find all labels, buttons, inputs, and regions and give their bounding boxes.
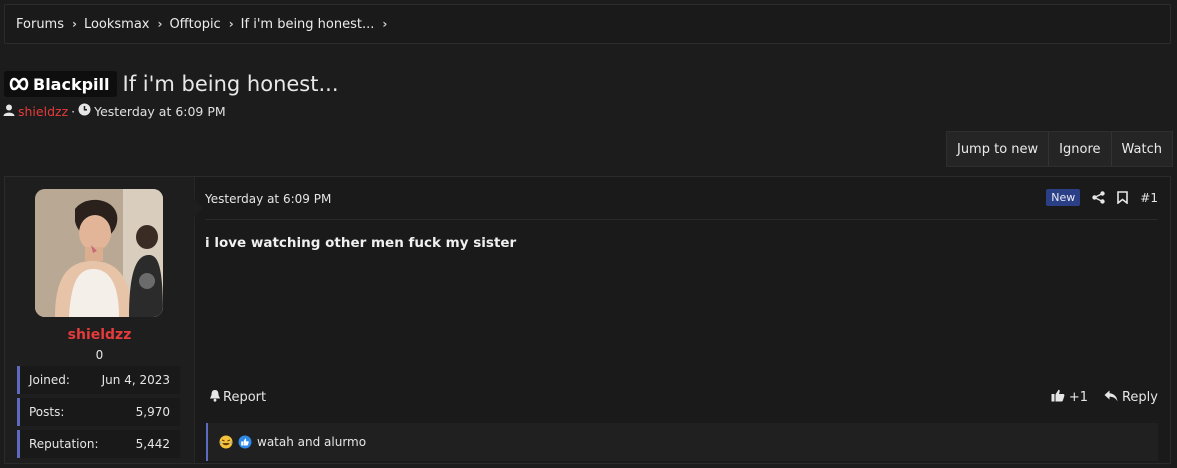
thread-actions: Jump to new Ignore Watch — [945, 131, 1173, 167]
breadcrumb-thread[interactable]: If i'm being honest... › — [241, 17, 395, 32]
thumbs-up-icon — [1051, 389, 1065, 406]
post-date-link[interactable]: Yesterday at 6:09 PM — [205, 192, 331, 206]
breadcrumb: Forums › Looksmax › Offtopic › If i'm be… — [4, 4, 1171, 44]
laughing-emoji-icon — [219, 435, 233, 449]
breadcrumb-label: If i'm being honest... — [240, 16, 375, 32]
user-icon — [3, 104, 15, 119]
like-reaction-icon — [238, 435, 252, 449]
thread-prefix[interactable]: Blackpill — [4, 71, 117, 97]
post-username[interactable]: shieldzz — [5, 327, 194, 343]
post-number-link[interactable]: #1 — [1140, 191, 1158, 205]
reactions-text: watah and alurmo — [257, 435, 367, 449]
report-label: Report — [223, 390, 267, 405]
bell-icon — [209, 389, 221, 406]
breadcrumb-forums[interactable]: Forums › — [16, 17, 84, 32]
post-tools: New #1 — [1046, 189, 1158, 206]
thread-title-row: Blackpill If i'm being honest... — [4, 70, 339, 98]
chevron-right-icon: › — [228, 17, 234, 31]
breadcrumb-label: Offtopic — [169, 16, 221, 32]
jump-to-new-button[interactable]: Jump to new — [946, 132, 1049, 166]
new-badge: New — [1046, 189, 1081, 206]
breadcrumb-offtopic[interactable]: Offtopic › — [169, 17, 240, 32]
user-panel: shieldzz 0 Joined: Jun 4, 2023 Posts: 5,… — [5, 177, 195, 463]
stat-value: Jun 4, 2023 — [101, 373, 170, 387]
page-title: If i'm being honest... — [122, 72, 339, 96]
post-footer-actions: +1 Reply — [1051, 389, 1158, 406]
thread-date-link[interactable]: Yesterday at 6:09 PM — [94, 104, 226, 119]
chevron-right-icon: › — [72, 17, 77, 31]
post: shieldzz 0 Joined: Jun 4, 2023 Posts: 5,… — [4, 176, 1171, 464]
breadcrumb-label: Looksmax — [83, 16, 150, 32]
post-content: Yesterday at 6:09 PM New #1 i love watch… — [205, 177, 1170, 463]
post-message: i love watching other men fuck my sister — [205, 235, 517, 251]
infinity-logo-icon — [9, 77, 29, 91]
avatar[interactable] — [35, 189, 163, 317]
clock-icon — [78, 103, 91, 119]
reply-icon — [1104, 390, 1118, 406]
chevron-right-icon: › — [157, 17, 163, 31]
post-footer: Report +1 Reply — [205, 389, 1158, 409]
breadcrumb-looksmax[interactable]: Looksmax › — [84, 17, 170, 32]
ignore-button[interactable]: Ignore — [1048, 132, 1111, 166]
share-icon[interactable] — [1092, 191, 1105, 204]
chevron-right-icon: › — [382, 17, 388, 31]
like-count: +1 — [1068, 390, 1088, 405]
like-button[interactable]: +1 — [1051, 389, 1088, 406]
stat-label: Reputation: — [29, 437, 99, 451]
stat-posts: Posts: 5,970 — [17, 398, 180, 426]
user-title: 0 — [95, 348, 104, 362]
reply-button[interactable]: Reply — [1104, 390, 1158, 406]
stat-value: 5,442 — [135, 437, 170, 451]
thread-author-link[interactable]: shieldzz — [18, 104, 68, 119]
stat-value: 5,970 — [135, 405, 170, 419]
bookmark-icon[interactable] — [1117, 191, 1129, 204]
user-panel-arrow — [194, 199, 203, 217]
stat-label: Posts: — [29, 405, 65, 419]
reactions-bar[interactable]: watah and alurmo — [206, 423, 1158, 461]
report-button[interactable]: Report — [209, 389, 266, 406]
watch-button[interactable]: Watch — [1110, 132, 1172, 166]
stat-label: Joined: — [29, 373, 70, 387]
stat-joined: Joined: Jun 4, 2023 — [17, 366, 180, 394]
meta-separator: · — [71, 103, 76, 119]
thread-meta: shieldzz · Yesterday at 6:09 PM — [3, 103, 226, 119]
breadcrumb-label: Forums — [16, 16, 64, 32]
post-header: Yesterday at 6:09 PM New #1 — [205, 177, 1158, 220]
reply-label: Reply — [1121, 390, 1158, 405]
thread-prefix-label: Blackpill — [33, 74, 110, 94]
stat-reputation: Reputation: 5,442 — [17, 430, 180, 458]
